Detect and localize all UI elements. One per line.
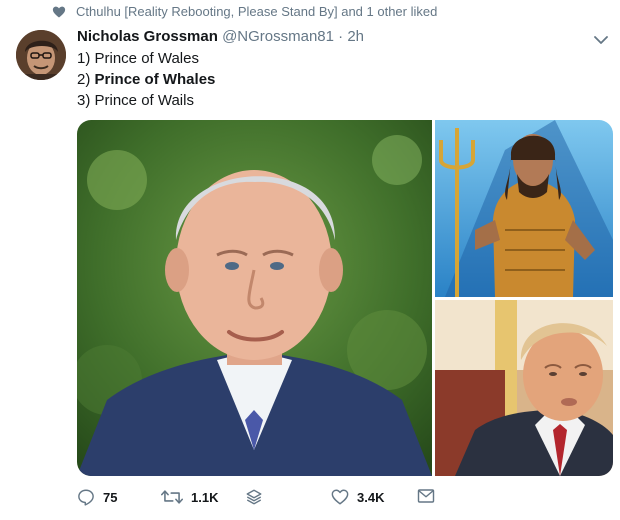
tweet-line-1: 1) Prince of Wales bbox=[77, 50, 199, 67]
envelope-icon bbox=[417, 488, 435, 504]
stack-button[interactable] bbox=[245, 488, 263, 506]
avatar[interactable] bbox=[16, 30, 66, 80]
tweet-actions: 75 1.1K 3.4K bbox=[77, 488, 457, 510]
tweet-timestamp[interactable]: 2h bbox=[347, 28, 364, 45]
social-context: Cthulhu [Reality Rebooting, Please Stand… bbox=[52, 4, 437, 19]
tweet-line-2-emphasis: Prince of Whales bbox=[94, 71, 216, 88]
like-count: 3.4K bbox=[357, 489, 385, 505]
chevron-down-icon[interactable] bbox=[590, 32, 612, 48]
retweet-button[interactable]: 1.1K bbox=[161, 488, 218, 506]
separator-dot: · bbox=[338, 28, 344, 45]
reply-button[interactable]: 75 bbox=[77, 488, 117, 506]
retweet-count: 1.1K bbox=[191, 489, 219, 505]
stack-icon bbox=[245, 488, 263, 506]
like-button[interactable]: 3.4K bbox=[331, 488, 384, 506]
retweet-icon bbox=[161, 488, 183, 506]
man-in-suit-photo[interactable] bbox=[77, 120, 432, 476]
tweet-text: 1) Prince of Wales 2) Prince of Whales 3… bbox=[77, 48, 215, 111]
tweet-line-3: 3) Prince of Wails bbox=[77, 92, 194, 109]
heart-outline-icon bbox=[331, 488, 349, 506]
tweet[interactable]: Cthulhu [Reality Rebooting, Please Stand… bbox=[0, 0, 620, 520]
reply-count: 75 bbox=[103, 489, 118, 505]
man-with-red-tie-photo[interactable] bbox=[435, 300, 613, 476]
social-context-text[interactable]: Cthulhu [Reality Rebooting, Please Stand… bbox=[76, 4, 437, 19]
media-grid bbox=[77, 120, 613, 476]
author-handle[interactable]: @NGrossman81 bbox=[222, 28, 334, 45]
reply-icon bbox=[77, 488, 95, 506]
author-display-name[interactable]: Nicholas Grossman bbox=[77, 28, 218, 45]
tweet-line-2: 2) Prince of Whales bbox=[77, 69, 215, 90]
message-button[interactable] bbox=[417, 488, 435, 504]
heart-icon bbox=[52, 5, 66, 19]
tweet-line-2-prefix: 2) bbox=[77, 71, 95, 88]
armored-hero-with-trident-photo[interactable] bbox=[435, 120, 613, 297]
tweet-header: Nicholas Grossman @NGrossman81 · 2h bbox=[77, 28, 364, 45]
